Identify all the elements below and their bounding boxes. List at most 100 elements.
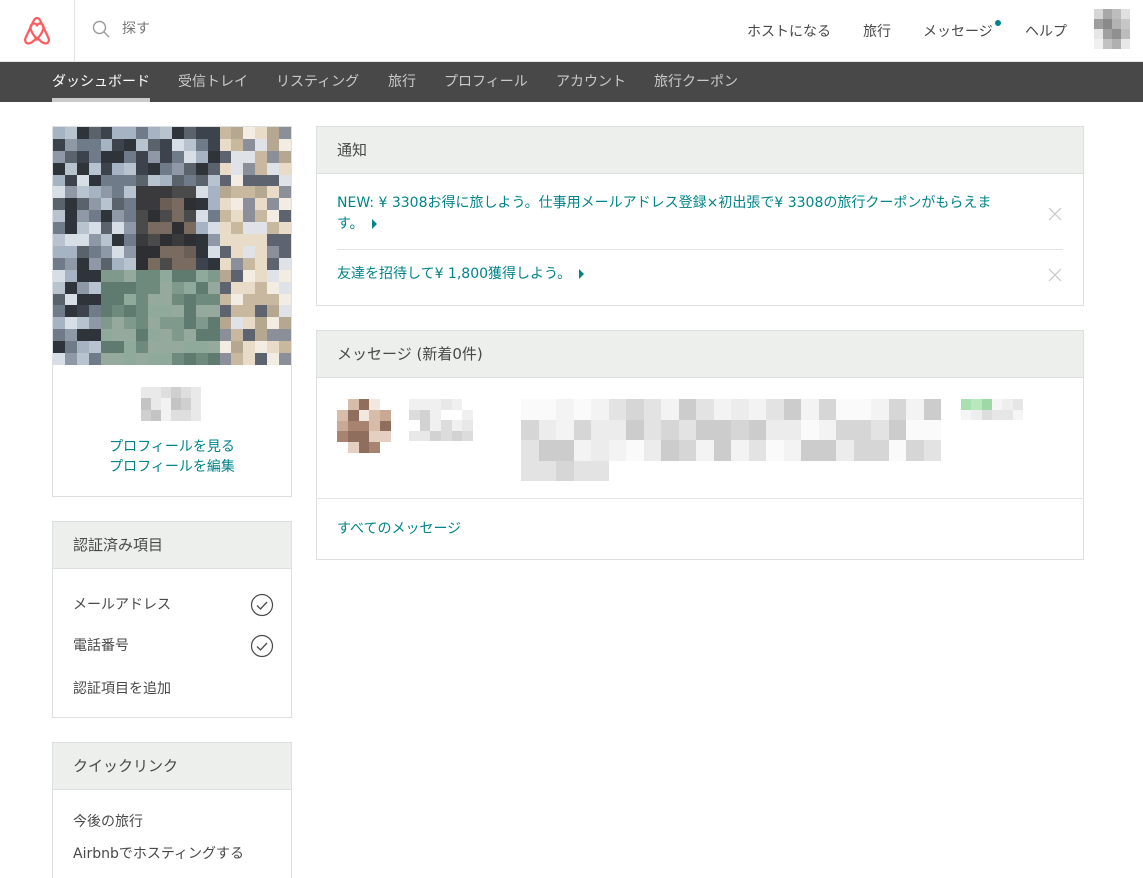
redacted-pixel xyxy=(160,341,172,354)
redacted-pixel xyxy=(358,442,370,453)
subnav-dashboard[interactable]: ダッシュボード xyxy=(52,62,150,102)
subnav-profile[interactable]: プロフィール xyxy=(444,62,528,102)
redacted-pixel xyxy=(136,127,149,139)
redacted-pixel xyxy=(419,409,431,420)
redacted-pixel xyxy=(195,198,208,211)
redacted-pixel xyxy=(53,198,65,211)
redacted-pixel xyxy=(124,127,137,139)
quick-link-upcoming-trips[interactable]: 今後の旅行 xyxy=(73,811,143,831)
redacted-pixel xyxy=(231,281,244,294)
view-profile-link[interactable]: プロフィールを見る xyxy=(53,436,291,456)
profile-photo[interactable] xyxy=(53,127,291,365)
redacted-pixel xyxy=(243,186,256,199)
redacted-pixel xyxy=(160,245,172,258)
redacted-pixel xyxy=(219,269,232,282)
search-input[interactable] xyxy=(122,16,422,42)
message-preview-redacted[interactable] xyxy=(521,399,941,481)
redacted-pixel xyxy=(88,138,101,151)
redacted-pixel xyxy=(608,440,626,461)
redacted-pixel xyxy=(219,138,232,151)
user-avatar[interactable] xyxy=(1094,9,1130,49)
redacted-pixel xyxy=(713,399,731,420)
redacted-pixel xyxy=(183,162,196,175)
subnav-listings[interactable]: リスティング xyxy=(276,62,359,102)
redacted-pixel xyxy=(53,269,65,282)
redacted-pixel xyxy=(279,269,291,282)
redacted-pixel xyxy=(255,317,268,330)
redacted-pixel xyxy=(136,138,149,151)
redacted-pixel xyxy=(783,419,801,440)
redacted-pixel xyxy=(409,420,420,431)
message-sender-avatar[interactable] xyxy=(337,399,391,453)
add-verification-link[interactable]: 認証項目を追加 xyxy=(73,678,171,698)
quick-link-host-on-airbnb[interactable]: Airbnbでホスティングする xyxy=(73,843,244,863)
close-icon[interactable] xyxy=(1048,268,1062,282)
redacted-pixel xyxy=(267,353,280,365)
redacted-pixel xyxy=(171,317,184,330)
redacted-pixel xyxy=(337,442,348,453)
redacted-pixel xyxy=(100,281,113,294)
redacted-pixel xyxy=(171,269,184,282)
redacted-pixel xyxy=(573,440,591,461)
redacted-pixel xyxy=(430,409,441,420)
all-messages-link[interactable]: すべてのメッセージ xyxy=(337,519,461,540)
redacted-pixel xyxy=(441,399,452,410)
redacted-pixel xyxy=(661,440,679,461)
redacted-pixel xyxy=(124,293,137,306)
close-icon[interactable] xyxy=(1048,207,1062,221)
nav-trips[interactable]: 旅行 xyxy=(863,0,891,61)
nav-messages[interactable]: メッセージ xyxy=(923,0,1001,61)
subnav-travel-coupon[interactable]: 旅行クーポン xyxy=(654,62,738,102)
redacted-pixel xyxy=(626,419,644,440)
redacted-pixel xyxy=(64,186,77,199)
redacted-pixel xyxy=(358,399,370,410)
redacted-pixel xyxy=(231,245,244,258)
nav-host[interactable]: ホストになる xyxy=(747,0,831,61)
redacted-pixel xyxy=(64,293,77,306)
edit-profile-link[interactable]: プロフィールを編集 xyxy=(53,456,291,476)
redacted-pixel xyxy=(430,430,441,441)
redacted-pixel xyxy=(961,399,972,410)
redacted-pixel xyxy=(243,317,256,330)
notification-coupon-line1: NEW: ¥ 3308お得に旅しよう。仕事用メールアドレス登録×初出張で¥ 33… xyxy=(337,195,992,211)
redacted-pixel xyxy=(88,210,101,223)
redacted-pixel xyxy=(100,210,113,223)
redacted-pixel xyxy=(171,127,184,139)
check-circle-icon xyxy=(250,634,274,658)
redacted-pixel xyxy=(183,127,196,139)
redacted-pixel xyxy=(207,269,220,282)
redacted-pixel xyxy=(148,341,161,354)
redacted-pixel xyxy=(53,234,65,246)
subnav-trips[interactable]: 旅行 xyxy=(388,62,416,102)
redacted-pixel xyxy=(207,245,220,258)
redacted-pixel xyxy=(419,399,431,410)
subnav-account[interactable]: アカウント xyxy=(556,62,626,102)
redacted-pixel xyxy=(195,222,208,235)
redacted-pixel xyxy=(573,419,591,440)
redacted-pixel xyxy=(136,245,149,258)
redacted-pixel xyxy=(148,329,161,342)
redacted-pixel xyxy=(369,442,381,453)
redacted-pixel xyxy=(181,409,191,421)
redacted-pixel xyxy=(88,329,101,342)
redacted-pixel xyxy=(1012,409,1023,420)
redacted-pixel xyxy=(696,399,714,420)
redacted-pixel xyxy=(231,127,244,139)
redacted-pixel xyxy=(243,174,256,187)
notification-invite-friends[interactable]: 友達を招待して¥ 1,800獲得しよう。 xyxy=(337,264,585,285)
redacted-pixel xyxy=(88,353,101,365)
redacted-pixel xyxy=(207,222,220,235)
notification-coupon[interactable]: NEW: ¥ 3308お得に旅しよう。仕事用メールアドレス登録×初出張で¥ 33… xyxy=(337,193,1007,235)
airbnb-logo[interactable] xyxy=(0,0,75,61)
airbnb-logo-icon xyxy=(24,16,50,45)
subnav-inbox[interactable]: 受信トレイ xyxy=(178,62,248,102)
redacted-pixel xyxy=(279,281,291,294)
redacted-pixel xyxy=(191,409,201,421)
nav-help[interactable]: ヘルプ xyxy=(1025,0,1067,61)
redacted-pixel xyxy=(171,305,184,318)
redacted-pixel xyxy=(713,460,731,481)
redacted-pixel xyxy=(267,234,280,246)
search-icon[interactable] xyxy=(92,20,110,38)
redacted-pixel xyxy=(136,305,149,318)
redacted-pixel xyxy=(231,186,244,199)
